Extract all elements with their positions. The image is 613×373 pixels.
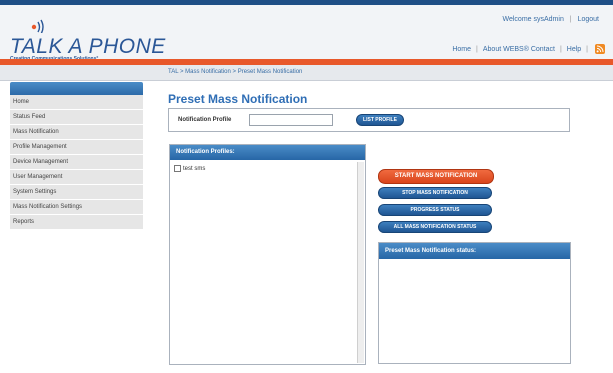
list-profile-button[interactable]: LIST PROFILE	[356, 114, 404, 126]
sidebar: Home Status Feed Mass Notification Profi…	[10, 82, 143, 230]
page-title: Preset Mass Notification	[168, 92, 308, 106]
welcome-area: Welcome sysAdmin | Logout	[503, 16, 600, 23]
progress-status-button[interactable]: PROGRESS STATUS	[378, 204, 492, 216]
notification-profile-label: Notification Profile	[178, 117, 232, 123]
separator: |	[476, 45, 478, 53]
profile-label: test sms	[183, 165, 206, 172]
status-panel-title: Preset Mass Notification status:	[379, 243, 570, 259]
sidebar-item-user-management[interactable]: User Management	[10, 170, 143, 185]
notification-profile-input[interactable]	[249, 114, 333, 126]
logout-link[interactable]: Logout	[578, 16, 599, 23]
notification-profiles-list	[170, 160, 365, 364]
nav-help-link[interactable]: Help	[567, 46, 581, 53]
top-nav: Home | About WEBS® Contact | Help |	[452, 44, 605, 54]
notification-profiles-panel: Notification Profiles: test sms	[169, 144, 366, 365]
nav-about-link[interactable]: About WEBS® Contact	[483, 46, 555, 53]
sidebar-item-reports[interactable]: Reports	[10, 215, 143, 230]
notification-profiles-title: Notification Profiles:	[170, 145, 365, 160]
sidebar-item-status-feed[interactable]: Status Feed	[10, 110, 143, 125]
sidebar-item-device-management[interactable]: Device Management	[10, 155, 143, 170]
profiles-scrollbar[interactable]	[357, 162, 364, 363]
rss-icon[interactable]	[595, 44, 605, 54]
sidebar-item-mass-notification-settings[interactable]: Mass Notification Settings	[10, 200, 143, 215]
separator: |	[559, 45, 562, 53]
sidebar-item-mass-notification[interactable]: Mass Notification	[10, 125, 143, 140]
welcome-text: Welcome sysAdmin	[502, 16, 564, 23]
all-mass-notification-status-button[interactable]: ALL MASS NOTIFICATION STATUS	[378, 221, 492, 233]
nav-home-link[interactable]: Home	[452, 46, 471, 53]
rss-glyph-icon	[596, 45, 604, 53]
sidebar-item-home[interactable]: Home	[10, 95, 143, 110]
phone-waves-icon	[31, 19, 44, 33]
profile-checkbox[interactable]	[174, 165, 181, 172]
separator: |	[569, 16, 572, 23]
separator: |	[586, 45, 588, 53]
breadcrumb[interactable]: TAL > Mass Notification > Preset Mass No…	[168, 69, 302, 75]
notification-profile-form: Notification Profile LIST PROFILE	[168, 108, 570, 132]
breadcrumb-bar	[0, 65, 613, 81]
header: TALK A PHONE Creating Communications Sol…	[0, 5, 613, 62]
sidebar-item-system-settings[interactable]: System Settings	[10, 185, 143, 200]
start-mass-notification-button[interactable]: START MASS NOTIFICATION	[378, 169, 494, 184]
sidebar-item-profile-management[interactable]: Profile Management	[10, 140, 143, 155]
sidebar-header	[10, 82, 143, 95]
list-item[interactable]: test sms	[174, 165, 205, 172]
status-panel: Preset Mass Notification status:	[378, 242, 571, 364]
stop-mass-notification-button[interactable]: STOP MASS NOTIFICATION	[378, 187, 492, 199]
